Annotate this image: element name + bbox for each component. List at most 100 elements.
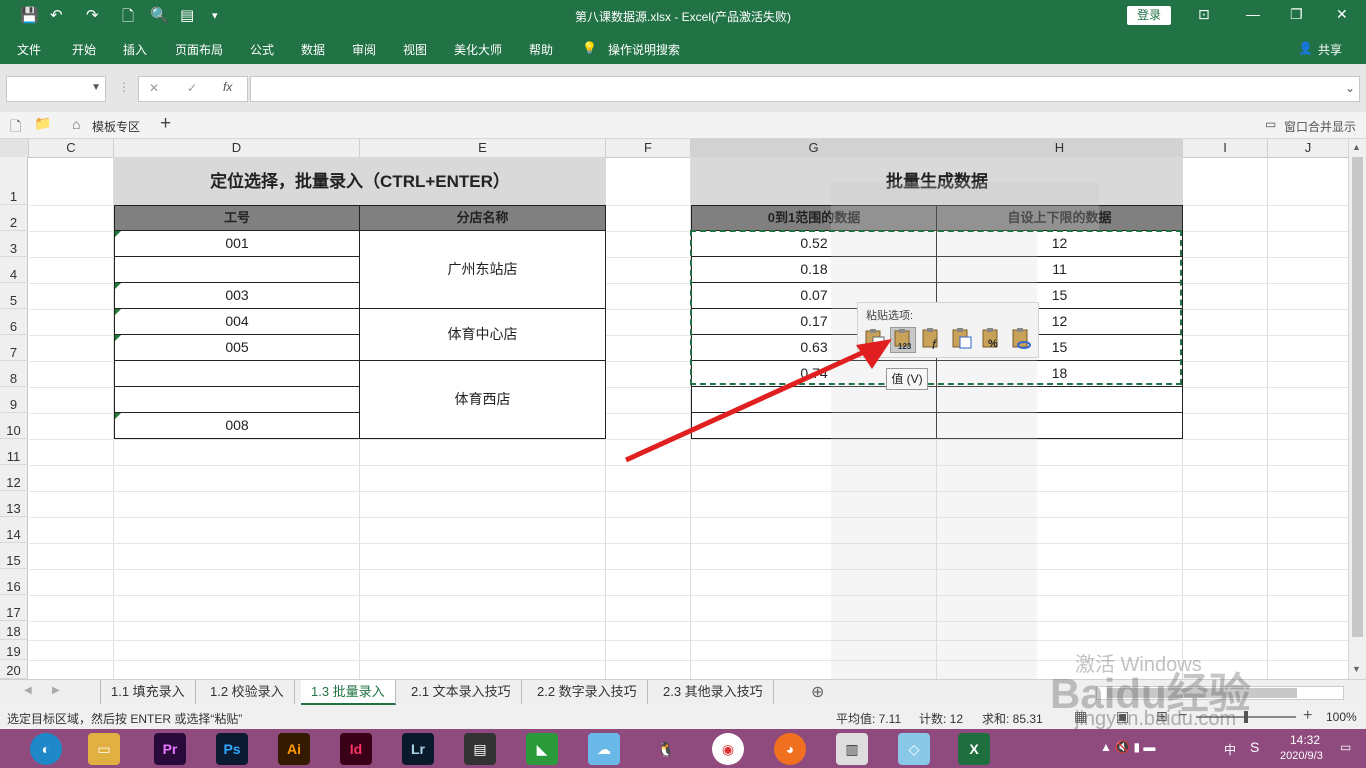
paste-formulas-icon[interactable]: f <box>920 327 944 352</box>
row-header[interactable]: 1 <box>0 157 28 205</box>
tab-help[interactable]: 帮助 <box>529 41 553 58</box>
orange-app-icon[interactable]: ◕ <box>774 733 806 765</box>
folder-icon[interactable]: 📁 <box>34 115 51 132</box>
add-tab-icon[interactable]: + <box>160 113 171 135</box>
file-explorer-icon[interactable]: ▭ <box>88 733 120 765</box>
column-header[interactable]: F <box>606 139 691 157</box>
tell-me-search[interactable]: 操作说明搜索 <box>608 41 680 58</box>
restore-icon[interactable]: ❐ <box>1290 6 1303 23</box>
paste-formatting-icon[interactable]: % <box>980 327 1004 351</box>
tab-page-layout[interactable]: 页面布局 <box>175 41 223 58</box>
scroll-thumb[interactable] <box>1352 157 1363 637</box>
row-header[interactable]: 17 <box>0 595 28 621</box>
next-sheet-icon[interactable]: ▶ <box>52 685 60 696</box>
row-header[interactable]: 12 <box>0 465 28 491</box>
row-header[interactable]: 16 <box>0 569 28 595</box>
illustrator-icon[interactable]: Ai <box>278 733 310 765</box>
expand-formula-icon[interactable]: ⌄ <box>1345 81 1355 95</box>
sheet-tab[interactable]: 2.3 其他录入技巧 <box>653 680 774 704</box>
column-header[interactable]: J <box>1268 139 1349 157</box>
tray-icons[interactable]: ▲ 🔇 ▮ ▬ <box>1100 740 1155 754</box>
row-header[interactable]: 8 <box>0 361 28 387</box>
sheet-tab[interactable]: 1.2 校验录入 <box>200 680 295 704</box>
premiere-icon[interactable]: Pr <box>154 733 186 765</box>
sheet-tab[interactable]: 1.1 填充录入 <box>100 680 196 704</box>
id-cell[interactable]: 004 <box>114 308 360 335</box>
chrome-icon[interactable]: ◉ <box>712 733 744 765</box>
paste-link-icon[interactable] <box>1010 327 1034 351</box>
row-header[interactable]: 14 <box>0 517 28 543</box>
id-cell[interactable] <box>114 256 360 283</box>
new-doc-icon[interactable]: 🗋 <box>10 116 21 140</box>
window-merge-button[interactable]: 窗口合并显示 <box>1284 118 1356 135</box>
tab-formulas[interactable]: 公式 <box>250 41 274 58</box>
id-cell[interactable]: 005 <box>114 334 360 361</box>
store-cell[interactable]: 广州东站店 <box>359 230 606 309</box>
row-header[interactable]: 5 <box>0 283 28 309</box>
add-sheet-icon[interactable]: ⊕ <box>811 682 824 702</box>
id-cell[interactable] <box>114 386 360 413</box>
chevron-down-icon[interactable]: ▼ <box>91 82 101 93</box>
lightroom-icon[interactable]: Lr <box>402 733 434 765</box>
close-icon[interactable]: ✕ <box>1336 6 1348 23</box>
column-header[interactable]: H <box>937 139 1183 157</box>
row-header[interactable]: 18 <box>0 621 28 640</box>
glass-app-icon[interactable]: ◇ <box>898 733 930 765</box>
column-header[interactable]: G <box>691 139 937 157</box>
column-header[interactable]: D <box>114 139 360 157</box>
qq-icon[interactable]: 🐧 <box>650 733 682 765</box>
tab-beautify[interactable]: 美化大师 <box>454 41 502 58</box>
photoshop-icon[interactable]: Ps <box>216 733 248 765</box>
minimize-icon[interactable]: — <box>1246 6 1260 22</box>
clock-date[interactable]: 2020/9/3 <box>1280 750 1323 762</box>
id-cell[interactable]: 001 <box>114 230 360 257</box>
select-all-corner[interactable] <box>0 139 29 157</box>
column-header[interactable]: E <box>360 139 606 157</box>
row-header[interactable]: 10 <box>0 413 28 439</box>
video-editor-icon[interactable]: ▤ <box>464 733 496 765</box>
tab-file[interactable]: 文件 <box>17 41 41 58</box>
row-header[interactable]: 15 <box>0 543 28 569</box>
tab-home[interactable]: 开始 <box>72 41 96 58</box>
ribbon-display-icon[interactable]: ⊡ <box>1198 6 1210 23</box>
zoom-in-icon[interactable]: + <box>1303 707 1312 725</box>
template-zone-tab[interactable]: 模板专区 <box>92 118 140 135</box>
vertical-scrollbar[interactable]: ▲ ▼ <box>1348 139 1366 679</box>
login-button[interactable]: 登录 <box>1127 6 1171 25</box>
row-header[interactable]: 13 <box>0 491 28 517</box>
row-header[interactable]: 6 <box>0 309 28 335</box>
name-box[interactable]: ▼ <box>6 76 106 102</box>
tab-insert[interactable]: 插入 <box>123 41 147 58</box>
green-app-icon[interactable]: ◣ <box>526 733 558 765</box>
row-header[interactable]: 4 <box>0 257 28 283</box>
scroll-up-icon[interactable]: ▲ <box>1352 142 1361 152</box>
notes-app-icon[interactable]: ▥ <box>836 733 868 765</box>
tab-review[interactable]: 审阅 <box>352 41 376 58</box>
tab-view[interactable]: 视图 <box>403 41 427 58</box>
zoom-level[interactable]: 100% <box>1326 710 1357 724</box>
prev-sheet-icon[interactable]: ◀ <box>24 685 32 696</box>
row-header[interactable]: 2 <box>0 205 28 231</box>
row-header[interactable]: 7 <box>0 335 28 361</box>
clock-time[interactable]: 14:32 <box>1290 733 1320 747</box>
sheet-tab[interactable]: 2.1 文本录入技巧 <box>401 680 522 704</box>
id-cell[interactable]: 008 <box>114 412 360 439</box>
notification-icon[interactable]: ▭ <box>1340 740 1351 754</box>
tab-data[interactable]: 数据 <box>301 41 325 58</box>
enter-icon[interactable]: ✓ <box>187 81 197 95</box>
insert-function-icon[interactable]: fx <box>223 80 232 94</box>
row-header[interactable]: 19 <box>0 640 28 660</box>
sogou-icon[interactable]: S <box>1250 739 1259 755</box>
row-header[interactable]: 11 <box>0 439 28 465</box>
column-header[interactable]: C <box>29 139 114 157</box>
sheet-tab[interactable]: 2.2 数字录入技巧 <box>527 680 648 704</box>
indesign-icon[interactable]: Id <box>340 733 372 765</box>
share-icon[interactable]: 👤 <box>1298 41 1313 55</box>
home-icon[interactable]: ⌂ <box>72 116 80 132</box>
formula-input[interactable]: ⌄ <box>250 76 1360 102</box>
row-header[interactable]: 9 <box>0 387 28 413</box>
id-cell[interactable] <box>114 360 360 387</box>
paste-transpose-icon[interactable] <box>950 327 974 351</box>
cloud-app-icon[interactable]: ☁ <box>588 733 620 765</box>
excel-taskbar-icon[interactable]: X <box>958 733 990 765</box>
